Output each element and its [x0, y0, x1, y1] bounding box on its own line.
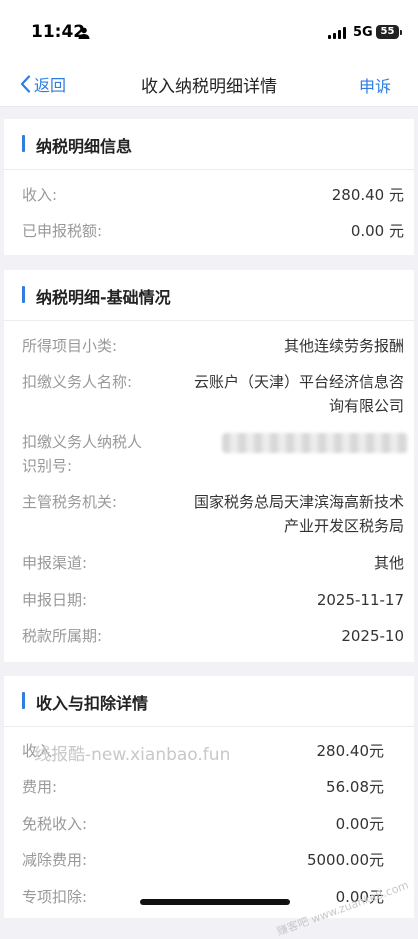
section-accent-bar	[22, 692, 25, 709]
row-value: 0.00 元	[350, 222, 404, 240]
row-value: 国家税务总局天津滨海高新技术	[193, 493, 404, 511]
battery-icon: 55	[376, 25, 399, 39]
row-label: 所得项目小类:	[22, 337, 118, 355]
person-icon	[78, 27, 90, 39]
row-label: 免税收入:	[22, 815, 88, 833]
row-label: 专项扣除:	[22, 888, 88, 906]
row-value: 其他连续劳务报酬	[283, 337, 404, 355]
section-title: 纳税明细-基础情况	[36, 288, 171, 307]
row-label: 已申报税额:	[22, 222, 103, 240]
row-label: 扣缴义务人名称:	[22, 373, 133, 391]
row-value: 2025-10	[341, 627, 404, 645]
row-label: 费用:	[22, 778, 58, 796]
row-value: 其他	[373, 554, 404, 572]
basic-info-card: 纳税明细-基础情况 所得项目小类: 其他连续劳务报酬 扣缴义务人名称: 云账户（…	[4, 270, 414, 662]
section-accent-bar	[22, 135, 25, 152]
row-value: 0.00元	[335, 815, 384, 833]
income-deduction-card: 收入与扣除详情 收入: 线报酷-new.xianbao.fun 280.40元 …	[4, 676, 414, 938]
section-title: 收入与扣除详情	[36, 694, 149, 713]
row-label: 主管税务机关:	[22, 493, 118, 511]
row-label: 扣缴义务人纳税人	[22, 433, 143, 451]
row-value: 询有限公司	[328, 397, 404, 415]
row-label: 申报日期:	[22, 591, 88, 609]
status-bar: 11:42 5G 55	[0, 0, 418, 62]
row-value: 产业开发区税务局	[283, 517, 404, 535]
signal-icon	[328, 27, 346, 39]
page-title: 收入纳税明细详情	[141, 77, 277, 97]
row-label: 税款所属期:	[22, 627, 103, 645]
row-value: 2025-11-17	[316, 591, 404, 609]
section-header: 收入与扣除详情	[4, 676, 414, 727]
watermark-text: 线报酷-new.xianbao.fun	[34, 745, 231, 765]
row-label: 收入:	[22, 186, 58, 204]
row-label: 减除费用:	[22, 851, 88, 869]
row-value: 5000.00元	[306, 851, 384, 869]
row-label: 申报渠道:	[22, 554, 88, 572]
tax-detail-card: 纳税明细信息 收入: 280.40 元 已申报税额: 0.00 元	[4, 119, 414, 255]
home-indicator[interactable]	[140, 899, 290, 905]
row-label: 识别号:	[22, 457, 73, 475]
section-header: 纳税明细信息	[4, 119, 414, 170]
section-accent-bar	[22, 286, 25, 303]
navigation-bar: 返回 收入纳税明细详情 申诉	[0, 62, 418, 107]
section-header: 纳税明细-基础情况	[4, 270, 414, 321]
row-value: 56.08元	[326, 778, 384, 796]
network-type: 5G	[353, 25, 373, 40]
row-value: 280.40元	[316, 742, 385, 760]
battery-tip	[400, 30, 402, 35]
redacted-value	[222, 433, 408, 453]
status-time: 11:42	[31, 22, 86, 42]
row-value: 280.40 元	[331, 186, 404, 204]
section-title: 纳税明细信息	[36, 137, 133, 156]
row-value: 云账户（天津）平台经济信息咨	[193, 373, 404, 391]
info-row: 收入: 线报酷-new.xianbao.fun 280.40元	[4, 740, 414, 765]
appeal-button[interactable]: 申诉	[359, 73, 391, 97]
